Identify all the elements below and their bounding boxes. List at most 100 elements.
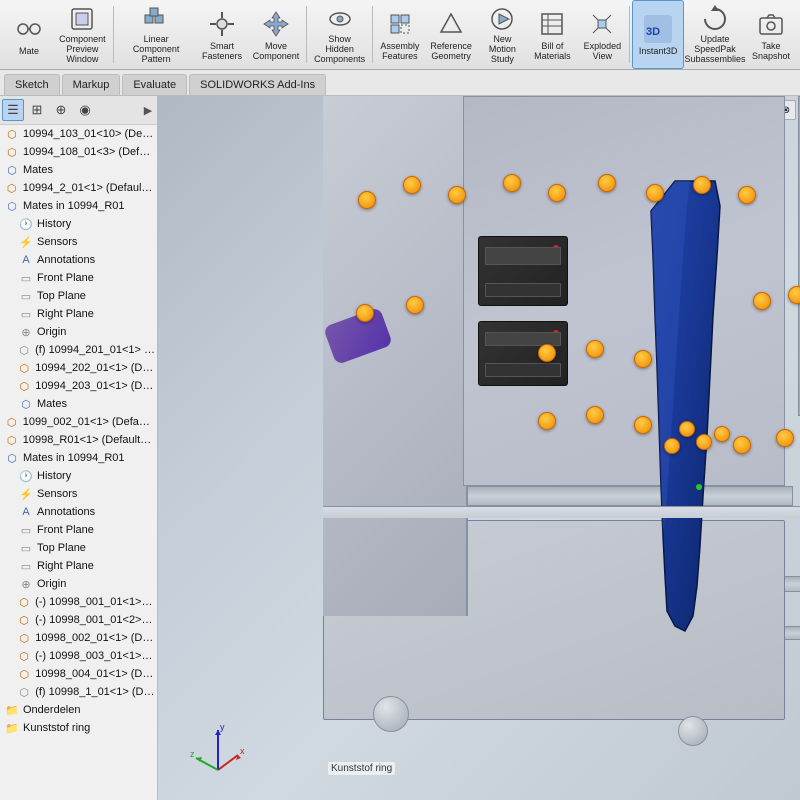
toolbar-take-snapshot-button[interactable]: Take Snapshot <box>746 0 796 69</box>
move-component-label: Move Component <box>253 42 300 62</box>
tree-label-item9: Front Plane <box>37 272 94 284</box>
tree-item-item4[interactable]: ⬡10994_2_01<1> (Default<Displ <box>0 179 157 197</box>
sidebar-show-components-button[interactable]: ◉ <box>74 99 96 121</box>
tree-item-item10[interactable]: ▭Top Plane <box>0 287 157 305</box>
toolbar-reference-geometry-button[interactable]: Reference Geometry <box>425 0 477 69</box>
black-box-1 <box>478 236 568 306</box>
tree-label-item16: Mates <box>37 398 67 410</box>
bill-of-materials-label: Bill of Materials <box>534 42 571 62</box>
tree-icon-item19: ⬡ <box>4 450 20 466</box>
tree-item-item7[interactable]: ⚡Sensors <box>0 233 157 251</box>
tree-icon-item21: ⚡ <box>18 486 34 502</box>
tree-icon-item23: ▭ <box>18 522 34 538</box>
tree-item-item31[interactable]: ⬡10998_004_01<1> (Default <box>0 665 157 683</box>
tree-item-item6[interactable]: 🕐History <box>0 215 157 233</box>
tab-evaluate[interactable]: Evaluate <box>122 74 187 95</box>
fastener-4 <box>503 174 521 192</box>
tree-item-item1[interactable]: ⬡10994_103_01<10> (Defau <box>0 125 157 143</box>
tree-item-item15[interactable]: ⬡10994_203_01<1> (Default <box>0 377 157 395</box>
tree-item-item11[interactable]: ▭Right Plane <box>0 305 157 323</box>
tree-label-item28: (-) 10998_001_01<2> (Defa <box>35 614 155 626</box>
tree-label-item22: Annotations <box>37 506 95 518</box>
tree-item-item23[interactable]: ▭Front Plane <box>0 521 157 539</box>
tree-item-item25[interactable]: ▭Right Plane <box>0 557 157 575</box>
blue-arm-component <box>645 176 745 636</box>
tree-item-item24[interactable]: ▭Top Plane <box>0 539 157 557</box>
svg-text:x: x <box>240 746 245 756</box>
toolbar-move-component-button[interactable]: Move Component <box>248 0 305 69</box>
scene-background: ⊞ ⊕ ◎ ⊗ <box>158 96 800 800</box>
tree-label-item18: 10998_R01<1> (Default<Displa <box>23 434 155 446</box>
sidebar-list-view-button[interactable]: ☰ <box>2 99 24 121</box>
fastener-26 <box>714 426 730 442</box>
cylinder-1 <box>373 696 409 732</box>
toolbar-smart-fasteners-button[interactable]: Smart Fasteners <box>197 0 248 69</box>
tree-item-item26[interactable]: ⊕Origin <box>0 575 157 593</box>
toolbar-exploded-view-button[interactable]: Exploded View <box>577 0 627 69</box>
toolbar-show-hidden-button[interactable]: Show Hidden Components <box>309 0 370 69</box>
tree-item-item29[interactable]: ⬡10998_002_01<1> (Default <box>0 629 157 647</box>
tree-item-item2[interactable]: ⬡10994_108_01<3> (Default <box>0 143 157 161</box>
tree-item-item17[interactable]: ⬡1099_002_01<1> (Default<<De <box>0 413 157 431</box>
toolbar-assembly-features-button[interactable]: Assembly Features <box>375 0 425 69</box>
tree-item-item12[interactable]: ⊕Origin <box>0 323 157 341</box>
fastener-11 <box>406 296 424 314</box>
sidebar-filter-button[interactable]: ⊕ <box>50 99 72 121</box>
tree-item-item3[interactable]: ⬡Mates <box>0 161 157 179</box>
toolbar-instant3d-button[interactable]: 3D Instant3D <box>632 0 684 69</box>
tree-item-item34[interactable]: 📁Kunststof ring <box>0 719 157 737</box>
tree-label-item20: History <box>37 470 71 482</box>
tree-icon-item25: ▭ <box>18 558 34 574</box>
cylinder-2 <box>678 716 708 746</box>
ledge-detail <box>323 506 800 518</box>
tree-item-item30[interactable]: ⬡(-) 10998_003_01<1> (Defa <box>0 647 157 665</box>
sidebar-grid-view-button[interactable]: ⊞ <box>26 99 48 121</box>
toolbar-component-preview-button[interactable]: Component Preview Window <box>54 0 111 69</box>
reference-geometry-label: Reference Geometry <box>430 42 472 62</box>
fastener-10 <box>356 304 374 322</box>
tree-icon-item30: ⬡ <box>16 648 32 664</box>
tree-item-item19[interactable]: ⬡Mates in 10994_R01 <box>0 449 157 467</box>
toolbar-update-speedpak-button[interactable]: Update SpeedPak Subassemblies <box>684 0 746 69</box>
tree-icon-item16: ⬡ <box>18 396 34 412</box>
tree-icon-item14: ⬡ <box>16 360 32 376</box>
tree-item-item21[interactable]: ⚡Sensors <box>0 485 157 503</box>
tree-label-item14: 10994_202_01<1> (Default <box>35 362 155 374</box>
tree-item-item18[interactable]: ⬡10998_R01<1> (Default<Displa <box>0 431 157 449</box>
fastener-14 <box>634 350 652 368</box>
tree-label-item12: Origin <box>37 326 66 338</box>
tree-label-item10: Top Plane <box>37 290 86 302</box>
tree-item-item27[interactable]: ⬡(-) 10998_001_01<1> (Defa <box>0 593 157 611</box>
fastener-19 <box>776 429 794 447</box>
toolbar-new-motion-button[interactable]: New Motion Study <box>477 0 527 69</box>
tree-item-item14[interactable]: ⬡10994_202_01<1> (Default <box>0 359 157 377</box>
toolbar-mate-button[interactable]: Mate <box>4 0 54 69</box>
tree-item-item13[interactable]: ⬡(f) 10994_201_01<1> (Defa <box>0 341 157 359</box>
tree-icon-item33: 📁 <box>4 702 20 718</box>
tree-item-item16[interactable]: ⬡Mates <box>0 395 157 413</box>
tree-item-item33[interactable]: 📁Onderdelen <box>0 701 157 719</box>
tab-solidworks-addins[interactable]: SOLIDWORKS Add-Ins <box>189 74 326 95</box>
tree-label-item3: Mates <box>23 164 53 176</box>
sidebar-collapse-button[interactable]: ▶ <box>141 99 155 121</box>
tree-item-item22[interactable]: AAnnotations <box>0 503 157 521</box>
tree-icon-item8: A <box>18 252 34 268</box>
toolbar-linear-component-pattern-button[interactable]: Linear Component Pattern <box>116 0 197 69</box>
tree-item-item32[interactable]: ⬡(f) 10998_1_01<1> (Default <box>0 683 157 701</box>
tree-item-item8[interactable]: AAnnotations <box>0 251 157 269</box>
tab-sketch[interactable]: Sketch <box>4 74 60 95</box>
tree-label-item11: Right Plane <box>37 308 94 320</box>
tree-icon-item15: ⬡ <box>16 378 32 394</box>
tree-item-item28[interactable]: ⬡(-) 10998_001_01<2> (Defa <box>0 611 157 629</box>
assembly-features-icon <box>384 8 416 40</box>
toolbar-bill-of-materials-button[interactable]: Bill of Materials <box>527 0 577 69</box>
tab-markup[interactable]: Markup <box>62 74 121 95</box>
linear-component-pattern-icon <box>140 4 172 33</box>
tree-icon-item18: ⬡ <box>4 432 20 448</box>
tree-item-item5[interactable]: ⬡Mates in 10994_R01 <box>0 197 157 215</box>
3d-viewport[interactable]: ⊞ ⊕ ◎ ⊗ <box>158 96 800 800</box>
tree-item-item20[interactable]: 🕐History <box>0 467 157 485</box>
tree-item-item9[interactable]: ▭Front Plane <box>0 269 157 287</box>
tree-label-item8: Annotations <box>37 254 95 266</box>
tree-icon-item26: ⊕ <box>18 576 34 592</box>
